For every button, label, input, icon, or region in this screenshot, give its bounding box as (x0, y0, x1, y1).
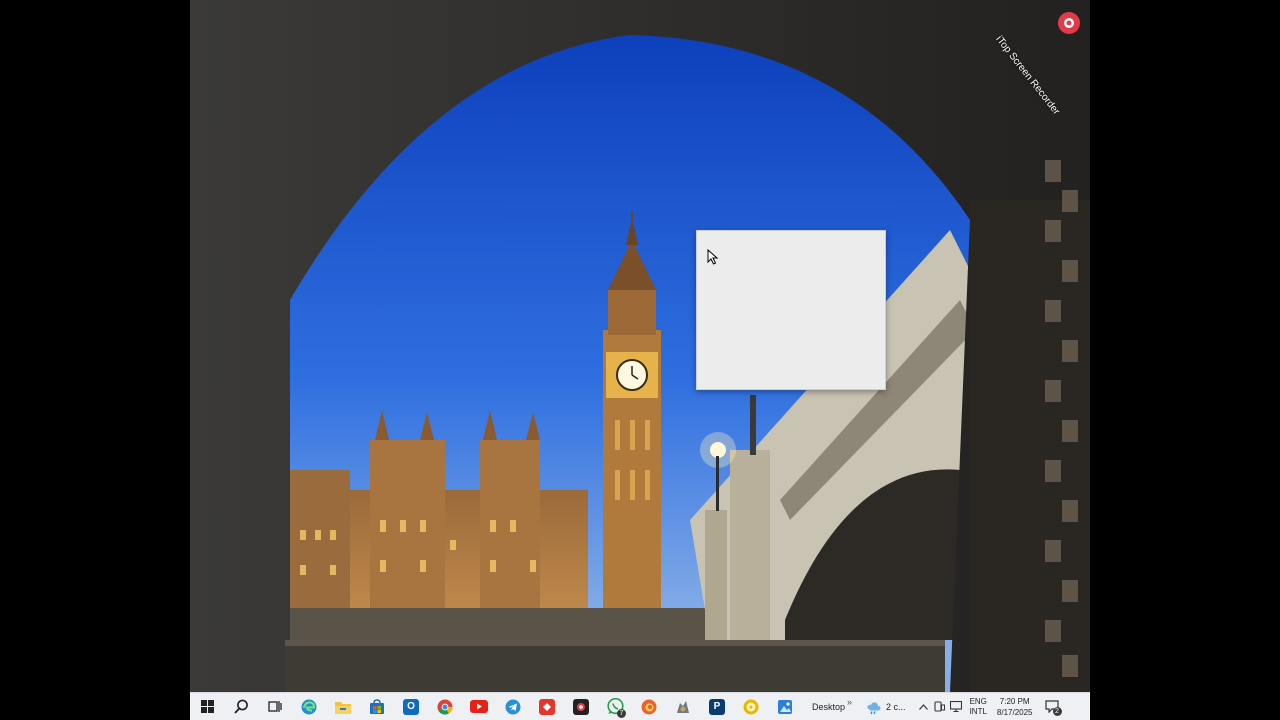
whatsapp-button[interactable]: 7 (598, 693, 632, 720)
chrome-icon (437, 699, 453, 714)
tray-device-button[interactable] (932, 693, 948, 720)
mouse-cursor-icon (707, 249, 719, 265)
screen-recorder-button[interactable] (564, 693, 598, 720)
screen-recorder-watermark: iTop Screen Recorder (992, 4, 1088, 117)
anydesk-icon (539, 698, 555, 715)
language-indicator[interactable]: ENG INTL (970, 697, 987, 717)
photos-button[interactable] (768, 693, 802, 720)
pdf-button[interactable]: P (700, 693, 734, 720)
tray-overflow-button[interactable] (916, 693, 932, 720)
desktop-toolbar-label[interactable]: Desktop (812, 702, 845, 712)
photos-icon (778, 699, 792, 714)
p-icon: P (709, 698, 725, 715)
weather-widget[interactable]: 2 c... (866, 699, 906, 715)
desktop-wallpaper (190, 0, 1090, 692)
task-view-button[interactable] (258, 693, 292, 720)
anydesk-button[interactable] (530, 693, 564, 720)
weather-icon (867, 701, 881, 714)
telegram-icon (505, 699, 521, 714)
notification-count-badge: 2 (1052, 706, 1062, 716)
search-icon (233, 699, 248, 714)
file-explorer-button[interactable] (326, 693, 360, 720)
task-view-icon (268, 701, 282, 712)
telegram-button[interactable] (496, 693, 530, 720)
tray-network-button[interactable] (948, 693, 964, 720)
network-icon (949, 701, 962, 712)
device-icon (934, 701, 946, 712)
chevron-up-icon (919, 703, 929, 710)
youtube-icon (470, 700, 488, 713)
toolbar-overflow-chevron[interactable]: » (847, 697, 852, 707)
outlook-button[interactable]: O (394, 693, 428, 720)
blank-popup-window[interactable] (696, 230, 886, 390)
youtube-button[interactable] (462, 693, 496, 720)
recorder-icon (573, 698, 589, 715)
whatsapp-unread-badge: 7 (617, 708, 626, 718)
disc-icon (743, 699, 759, 714)
folder-icon (335, 701, 351, 714)
clock-time: 7:20 PM (999, 696, 1030, 706)
language-code: ENG (969, 696, 987, 706)
keyboard-layout: INTL (969, 706, 987, 716)
media-button[interactable] (734, 693, 768, 720)
taskbar: O 7 P Desktop » 2 c... ENG INTL 7:20 PM … (190, 692, 1090, 720)
desktop-screen: iTop Screen Recorder O 7 P Desktop » 2 c… (190, 0, 1090, 720)
recorder-logo-icon (1058, 12, 1080, 34)
game-icon (677, 700, 689, 713)
taskbar-clock[interactable]: 7:20 PM 8/17/2025 (997, 696, 1033, 718)
game-button[interactable] (666, 693, 700, 720)
windows-logo-icon (200, 700, 214, 713)
edge-icon (301, 699, 317, 714)
chrome-button[interactable] (428, 693, 462, 720)
store-button[interactable] (360, 693, 394, 720)
store-icon (370, 698, 384, 714)
outlook-icon: O (403, 698, 419, 715)
search-button[interactable] (224, 693, 258, 720)
notification-center-button[interactable]: 2 (1041, 693, 1063, 720)
start-button[interactable] (190, 693, 224, 720)
firefox-button[interactable] (632, 693, 666, 720)
weather-text: 2 c... (886, 701, 906, 712)
edge-button[interactable] (292, 693, 326, 720)
firefox-icon (641, 699, 657, 714)
clock-date: 8/17/2025 (996, 707, 1033, 717)
